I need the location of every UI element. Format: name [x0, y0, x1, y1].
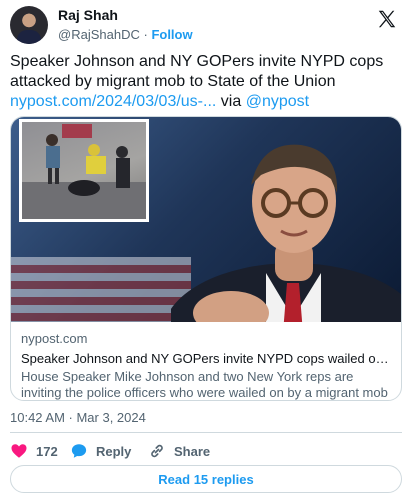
tweet-embed: Raj Shah @RajShahDC · Follow Speaker Joh…: [0, 0, 410, 500]
author-info: Raj Shah @RajShahDC · Follow: [58, 7, 193, 44]
share-button[interactable]: Share: [148, 440, 210, 462]
tweet-timestamp[interactable]: 10:42 AM · Mar 3, 2024: [10, 410, 146, 425]
reply-label: Reply: [96, 443, 132, 459]
speaker-photo: [171, 144, 401, 322]
via-handle-link[interactable]: @nypost: [246, 93, 309, 110]
tweet-header: Raj Shah @RajShahDC · Follow: [10, 6, 402, 46]
tweet-body: Speaker Johnson and NY GOPers invite NYP…: [10, 53, 384, 90]
x-logo-icon[interactable]: [376, 8, 398, 30]
divider: [10, 432, 402, 433]
heart-icon: [11, 444, 27, 458]
link-title[interactable]: Speaker Johnson and NY GOPers invite NYP…: [21, 350, 393, 367]
link-preview-card[interactable]: nypost.com Speaker Johnson and NY GOPers…: [10, 116, 402, 401]
like-count: 172: [36, 443, 58, 459]
link-domain: nypost.com: [21, 331, 88, 346]
flag-background: [11, 257, 191, 322]
share-label: Share: [174, 443, 211, 459]
author-avatar[interactable]: [10, 6, 48, 44]
link-icon: [151, 444, 163, 458]
reply-button[interactable]: Reply: [70, 440, 131, 462]
street-scene: [22, 124, 146, 219]
speech-bubble-icon: [71, 444, 87, 458]
author-handle[interactable]: @RajShahDC: [58, 27, 140, 42]
tweet-text: Speaker Johnson and NY GOPers invite NYP…: [10, 52, 402, 112]
tweet-actions: 172 Reply Share: [10, 440, 402, 462]
via-label: via: [220, 93, 242, 110]
link-description: House Speaker Mike Johnson and two New Y…: [21, 369, 388, 400]
link-preview-image[interactable]: [11, 117, 401, 322]
author-handle-row: @RajShahDC · Follow: [58, 26, 193, 44]
inset-video-still: [19, 119, 149, 222]
tweet-link[interactable]: nypost.com/2024/03/03/us-...: [10, 93, 216, 110]
handle-separator: ·: [143, 27, 148, 42]
link-preview-meta: nypost.com Speaker Johnson and NY GOPers…: [11, 322, 401, 400]
like-button[interactable]: 172: [10, 440, 58, 462]
read-replies-button[interactable]: Read 15 replies: [10, 465, 402, 493]
follow-button[interactable]: Follow: [151, 27, 192, 42]
author-display-name[interactable]: Raj Shah: [58, 7, 193, 24]
